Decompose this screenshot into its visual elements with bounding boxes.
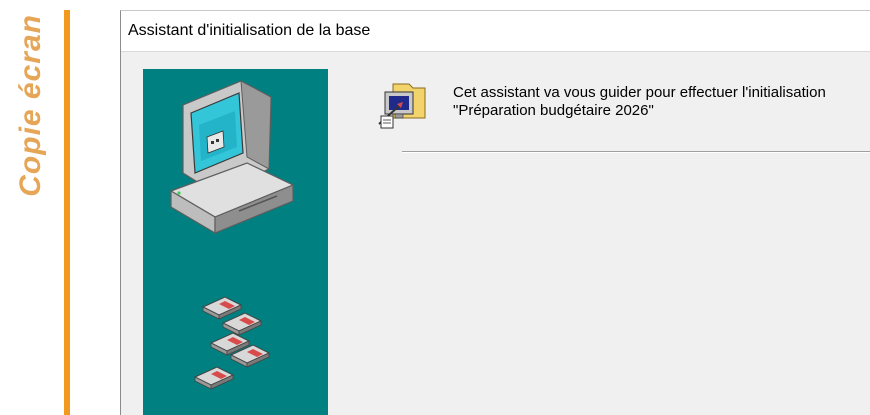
computer-icon [169, 80, 295, 235]
window-title: Assistant d'initialisation de la base [128, 22, 371, 39]
wizard-icon [375, 78, 427, 132]
floppy-disk-icon [193, 296, 271, 390]
intro-line-2: "Préparation budgétaire 2026" [453, 102, 654, 119]
wizard-side-panel [143, 69, 328, 415]
window-titlebar[interactable]: Assistant d'initialisation de la base [121, 11, 870, 52]
wizard-window: Assistant d'initialisation de la base Ce… [120, 10, 870, 415]
header-divider [402, 151, 870, 153]
side-caption: Copie écran [6, 0, 56, 415]
intro-text: Cet assistant va vous guider pour effect… [453, 84, 870, 120]
side-panel-illustration [169, 80, 295, 390]
side-caption-text: Copie écran [14, 14, 47, 197]
accent-bar [64, 10, 70, 415]
screenshot-page: Copie écran Assistant d'initialisation d… [0, 0, 870, 415]
intro-line-1: Cet assistant va vous guider pour effect… [453, 84, 826, 101]
